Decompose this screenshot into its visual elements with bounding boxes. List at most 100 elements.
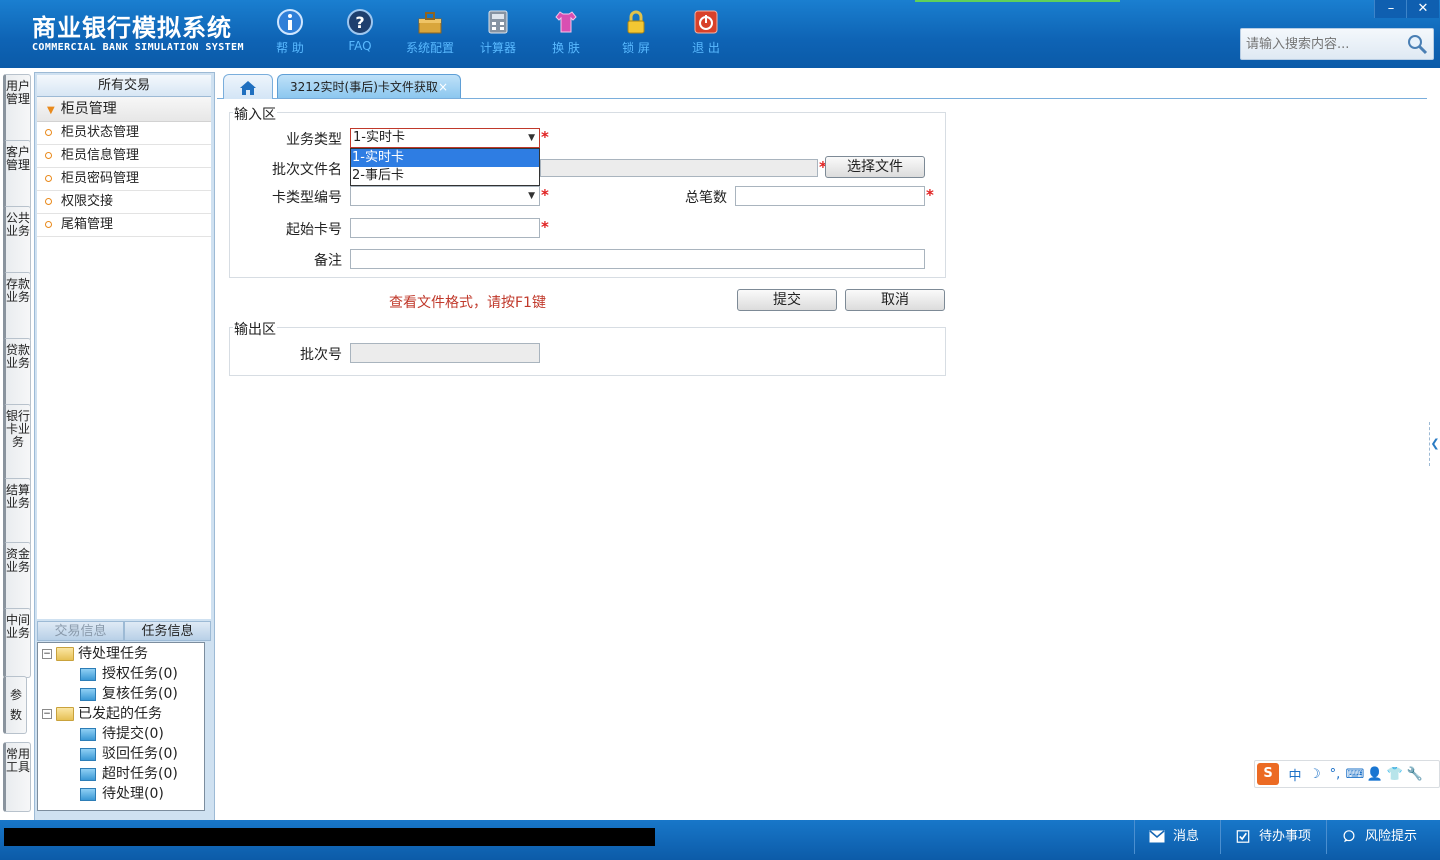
option-realtime-card[interactable]: 1-实时卡: [351, 149, 539, 167]
ime-keyboard-icon[interactable]: ⌨: [1345, 767, 1365, 782]
remark-field[interactable]: [350, 249, 925, 269]
start-card-field[interactable]: [350, 218, 540, 238]
tab-close-icon[interactable]: ×: [438, 75, 448, 99]
module-tab-params[interactable]: 参数: [3, 676, 27, 734]
submit-button[interactable]: 提交: [737, 289, 837, 311]
skin-label: 换 肤: [552, 41, 580, 55]
module-tabs: 用户管理 客户管理 公共业务 存款业务 贷款业务 银行卡业务 结算业务 资金业务…: [0, 68, 32, 820]
lock-screen-button[interactable]: 锁 屏: [606, 8, 666, 56]
module-tab-fund[interactable]: 资金业务: [3, 542, 31, 612]
search-input[interactable]: [1244, 33, 1408, 55]
minimize-button[interactable]: –: [1374, 0, 1407, 18]
ime-settings-icon[interactable]: 🔧: [1405, 767, 1425, 782]
close-window-button[interactable]: ✕: [1406, 0, 1439, 18]
tree-node-review[interactable]: 复核任务(0): [80, 684, 178, 704]
module-tab-label: 常用工具: [6, 747, 31, 774]
bullet-icon: [45, 198, 52, 205]
tree-node-label: 已发起的任务: [78, 706, 162, 722]
select-file-button[interactable]: 选择文件: [825, 156, 925, 178]
ime-logo-icon[interactable]: S: [1257, 763, 1279, 785]
menu-item-label: 柜员密码管理: [61, 171, 140, 186]
exit-button[interactable]: 退 出: [676, 8, 736, 56]
batch-file-field[interactable]: [540, 159, 818, 177]
menu-item-teller-password[interactable]: 柜员密码管理: [37, 168, 211, 191]
required-mark: *: [541, 218, 549, 236]
menu-item-teller-info[interactable]: 柜员信息管理: [37, 145, 211, 168]
ime-skin-icon[interactable]: 👕: [1385, 767, 1405, 782]
tree-node-authorize[interactable]: 授权任务(0): [80, 664, 178, 684]
business-type-select[interactable]: 1-实时卡 ▼: [350, 128, 540, 148]
tree-node-label: 复核任务(0): [102, 686, 178, 702]
skin-button[interactable]: 换 肤: [536, 8, 596, 56]
risk-alert-button[interactable]: 风险提示: [1326, 820, 1440, 854]
tab-transaction-info[interactable]: 交易信息: [37, 621, 124, 641]
tree-node-started[interactable]: − 已发起的任务: [42, 704, 162, 724]
tab-home[interactable]: [223, 74, 273, 99]
info-icon: [277, 9, 303, 35]
bullet-icon: [45, 221, 52, 228]
sidebar: 所有交易 ▼ 柜员管理 柜员状态管理 柜员信息管理 柜员密码管理 权限交接 尾箱管…: [34, 72, 215, 822]
collapse-icon[interactable]: −: [42, 709, 52, 719]
tree-node-timeout[interactable]: 超时任务(0): [80, 764, 178, 784]
collapse-panel-handle[interactable]: ❮: [1429, 422, 1440, 466]
output-area-legend: 输出区: [233, 319, 277, 339]
ime-chinese-mode[interactable]: 中: [1285, 765, 1305, 784]
tree-node-pending[interactable]: − 待处理任务: [42, 644, 148, 664]
menu-item-teller-status[interactable]: 柜员状态管理: [37, 122, 211, 145]
required-mark: *: [541, 128, 549, 146]
tab-label: 3212实时(事后)卡文件获取: [290, 80, 438, 94]
tree-node-label: 授权任务(0): [102, 666, 178, 682]
bullet-icon: [45, 152, 52, 159]
tree-node-processing[interactable]: 待处理(0): [80, 784, 164, 804]
module-tab-deposit[interactable]: 存款业务: [3, 272, 31, 342]
faq-button[interactable]: ? FAQ: [330, 8, 390, 53]
card-type-select[interactable]: ▼: [350, 186, 540, 206]
ime-moon-icon[interactable]: ☽: [1305, 767, 1325, 782]
calculator-label: 计算器: [479, 41, 516, 55]
module-tab-public[interactable]: 公共业务: [3, 206, 31, 276]
ime-user-icon[interactable]: 👤: [1365, 767, 1385, 782]
collapse-icon[interactable]: −: [42, 649, 52, 659]
menu-item-permission-handover[interactable]: 权限交接: [37, 191, 211, 214]
menu-item-cash-box[interactable]: 尾箱管理: [37, 214, 211, 237]
module-tab-loan[interactable]: 贷款业务: [3, 338, 31, 408]
menu-header: 所有交易: [37, 75, 211, 97]
module-tab-card[interactable]: 银行卡业务: [3, 404, 31, 484]
app-title: 商业银行模拟系统: [32, 14, 232, 42]
task-folder-icon: [80, 687, 96, 701]
status-ticker: [4, 828, 655, 846]
shirt-icon: [555, 11, 577, 33]
todo-button[interactable]: 待办事项: [1220, 820, 1325, 854]
tree-node-label: 超时任务(0): [102, 766, 178, 782]
expanded-triangle-icon: ▼: [47, 105, 55, 116]
menu-item-label: 柜员信息管理: [61, 148, 140, 163]
option-post-card[interactable]: 2-事后卡: [351, 167, 539, 185]
tree-node-rejected[interactable]: 驳回任务(0): [80, 744, 178, 764]
module-tab-tools[interactable]: 常用工具: [3, 742, 31, 812]
help-button[interactable]: 帮 助: [260, 8, 320, 56]
business-type-dropdown: 1-实时卡 2-事后卡: [350, 148, 540, 186]
tab-task-info[interactable]: 任务信息: [124, 621, 211, 641]
todo-label: 待办事项: [1259, 829, 1312, 844]
module-tab-user[interactable]: 用户管理: [3, 74, 31, 144]
file-format-hint: 查看文件格式，请按F1键: [389, 295, 546, 311]
cancel-button[interactable]: 取消: [845, 289, 945, 311]
tab-card-file-fetch[interactable]: 3212实时(事后)卡文件获取 ×: [277, 74, 461, 98]
app-header: 商业银行模拟系统 COMMERCIAL BANK SIMULATION SYST…: [0, 0, 1440, 68]
calculator-button[interactable]: 计算器: [468, 8, 528, 56]
module-tab-intermediary[interactable]: 中间业务: [3, 608, 31, 678]
module-tab-customer[interactable]: 客户管理: [3, 140, 31, 210]
system-config-button[interactable]: 系统配置: [400, 8, 460, 56]
batch-no-field[interactable]: [350, 343, 540, 363]
business-type-value: 1-实时卡: [353, 130, 405, 145]
module-tab-settlement[interactable]: 结算业务: [3, 478, 31, 546]
total-count-field[interactable]: [735, 186, 925, 206]
task-tree: − 待处理任务 授权任务(0) 复核任务(0) − 已发起的任务 待提交(0) 驳回…: [37, 642, 205, 811]
ime-punctuation-icon[interactable]: °,: [1325, 767, 1345, 782]
header-progress-strip: [915, 0, 1120, 2]
tree-node-to-submit[interactable]: 待提交(0): [80, 724, 164, 744]
search-icon[interactable]: [1405, 32, 1429, 56]
tree-node-label: 待处理(0): [102, 786, 164, 802]
menu-group-teller[interactable]: ▼ 柜员管理: [37, 97, 211, 122]
module-tab-label: 中间业务: [6, 613, 31, 640]
